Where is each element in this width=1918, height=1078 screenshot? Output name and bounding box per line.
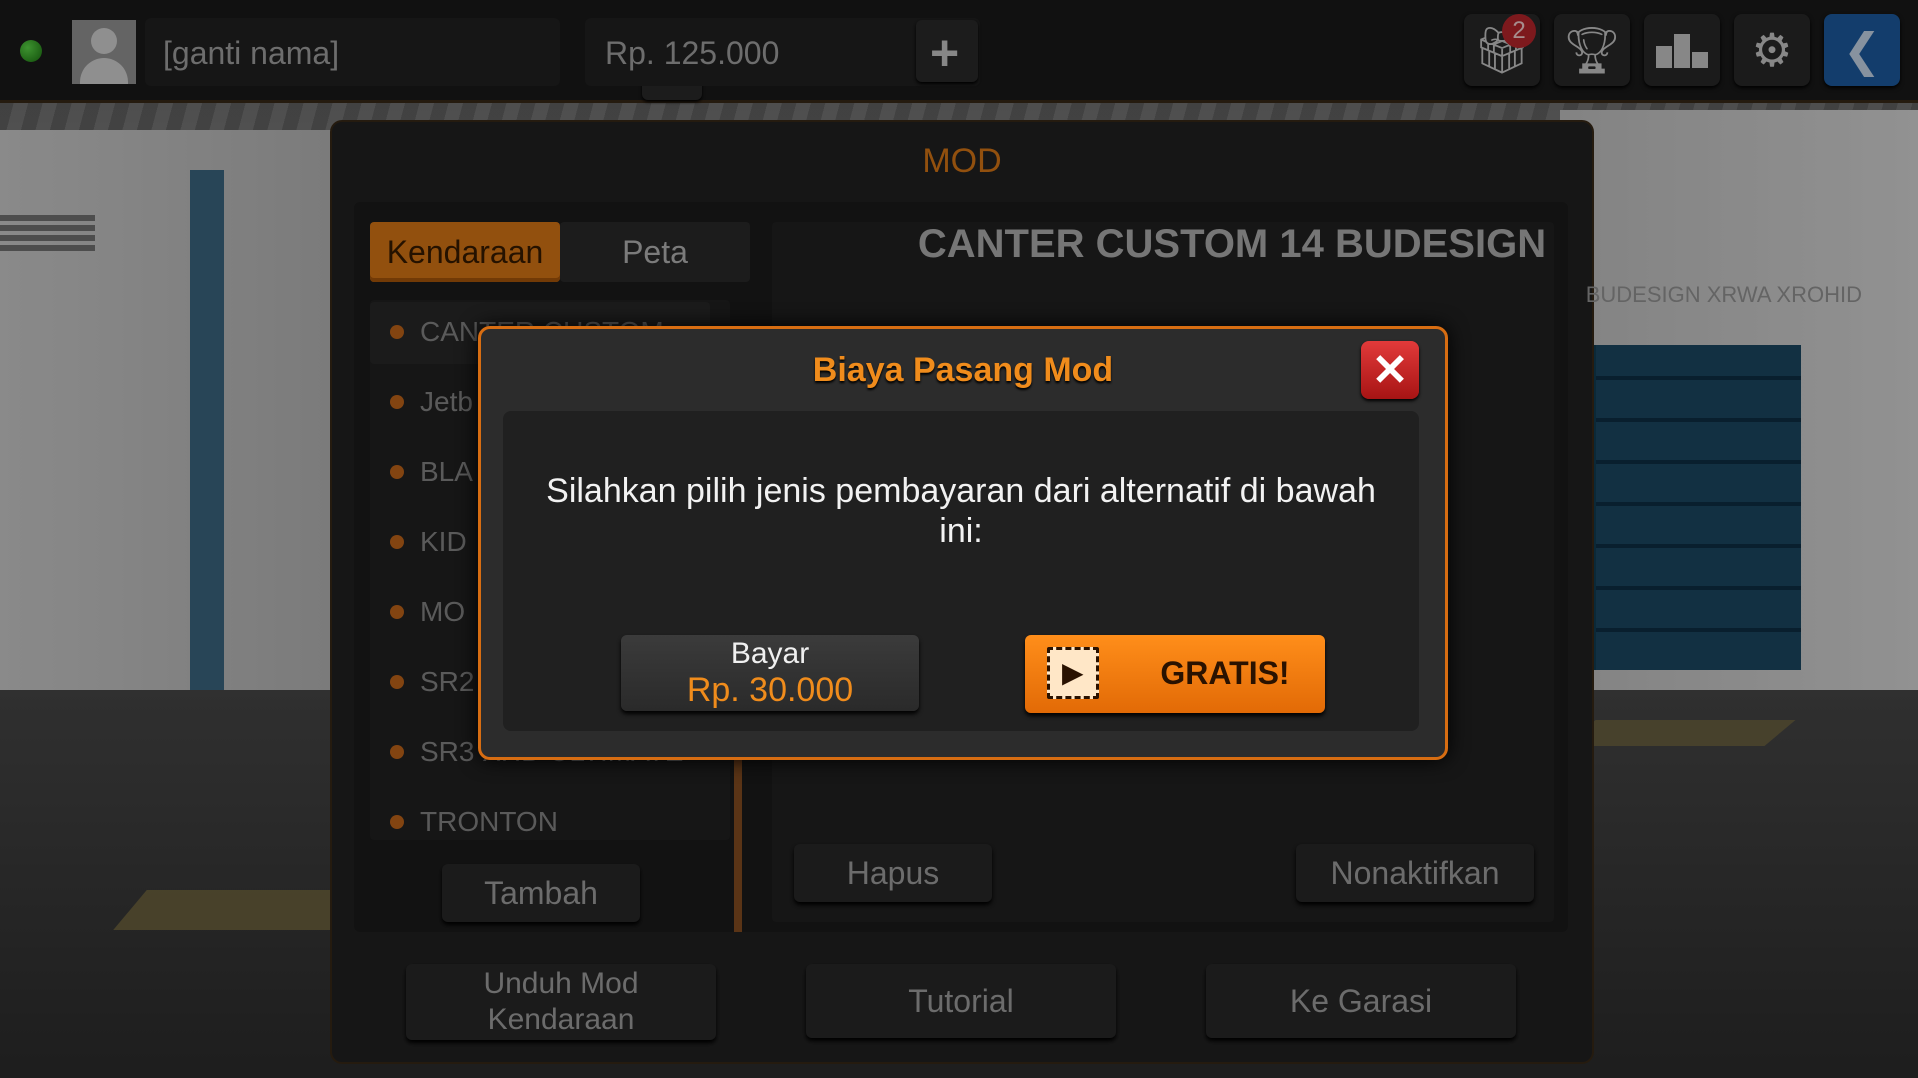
bullet-icon — [390, 465, 404, 479]
close-button[interactable]: ✕ — [1361, 341, 1419, 399]
bullet-icon — [390, 745, 404, 759]
list-item-label: SR2 — [420, 666, 475, 697]
panel-title: MOD — [922, 142, 1002, 180]
player-name: [ganti nama] — [163, 35, 340, 71]
bullet-icon — [390, 815, 404, 829]
list-item-label: KID — [420, 526, 467, 557]
video-play-icon: ▶ — [1047, 647, 1099, 699]
disable-mod-button[interactable]: Nonaktifkan — [1296, 844, 1534, 902]
bullet-icon — [390, 535, 404, 549]
avatar-body — [80, 58, 128, 84]
chevron-left-icon: ❮ — [1842, 24, 1882, 76]
garage-button[interactable]: Ke Garasi — [1206, 964, 1516, 1038]
list-item-label: Jetb — [420, 386, 473, 417]
top-bar: [ganti nama] ✎ Rp. 125.000 + 🎁︎ 2 🏆︎ ⚙ ❮ — [0, 0, 1918, 103]
wall-vent — [0, 215, 95, 221]
tutorial-button[interactable]: Tutorial — [806, 964, 1116, 1038]
plus-icon: + — [930, 25, 960, 81]
left-wall — [0, 130, 340, 690]
avatar-head — [91, 28, 117, 54]
bullet-icon — [390, 605, 404, 619]
list-item[interactable]: TRONTON — [370, 792, 710, 854]
pay-button[interactable]: Bayar Rp. 30.000 — [621, 635, 919, 711]
download-mod-label-line1: Unduh Mod — [483, 967, 639, 1000]
mod-tabs: Kendaraan Peta — [370, 222, 750, 282]
dialog-body: Silahkan pilih jenis pembayaran dari alt… — [503, 411, 1419, 731]
mod-detail-author: BUDESIGN XRWA XROHID — [1585, 282, 1862, 307]
trophy-button[interactable]: 🏆︎ — [1554, 14, 1630, 86]
list-item-label: MO — [420, 596, 466, 627]
delete-mod-button[interactable]: Hapus — [794, 844, 992, 902]
bullet-icon — [390, 325, 404, 339]
back-button[interactable]: ❮ — [1824, 14, 1900, 86]
download-mod-label-line2: Kendaraan — [487, 1003, 635, 1036]
leaderboard-button[interactable] — [1644, 14, 1720, 86]
tab-peta[interactable]: Peta — [560, 222, 750, 282]
garage-door — [1590, 345, 1801, 670]
avatar[interactable] — [72, 20, 136, 84]
list-item-label: TRONTON — [420, 806, 558, 837]
mod-detail-title: CANTER CUSTOM 14 BUDESIGN — [917, 222, 1547, 266]
dialog-message: Silahkan pilih jenis pembayaran dari alt… — [546, 472, 1376, 550]
floor-marking — [1564, 720, 1796, 746]
add-money-button[interactable]: + — [916, 20, 978, 82]
online-status-dot — [20, 40, 42, 62]
settings-button[interactable]: ⚙ — [1734, 14, 1810, 86]
pay-price: Rp. 30.000 — [686, 671, 854, 709]
steel-beam — [190, 170, 224, 730]
bullet-icon — [390, 675, 404, 689]
gift-count-badge: 2 — [1502, 14, 1536, 48]
tab-kendaraan[interactable]: Kendaraan — [370, 222, 560, 282]
free-watch-ad-button[interactable]: ▶ GRATIS! — [1025, 635, 1325, 713]
gear-icon: ⚙ — [1751, 24, 1793, 76]
bullet-icon — [390, 395, 404, 409]
add-mod-button[interactable]: Tambah — [442, 864, 640, 922]
dialog-title: Biaya Pasang Mod — [812, 351, 1114, 389]
money-amount: Rp. 125.000 — [605, 35, 780, 71]
pay-label: Bayar — [730, 637, 810, 670]
trophy-icon: 🏆︎ — [1562, 24, 1622, 76]
install-cost-dialog: Biaya Pasang Mod ✕ Silahkan pilih jenis … — [478, 326, 1448, 760]
list-item-label: BLA — [420, 456, 473, 487]
leaderboard-icon — [1656, 34, 1708, 68]
close-icon: ✕ — [1371, 346, 1409, 395]
download-mod-button[interactable]: Unduh Mod Kendaraan — [406, 964, 716, 1040]
free-label: GRATIS! — [1160, 655, 1290, 691]
player-name-field[interactable]: [ganti nama] ✎ — [145, 18, 702, 100]
